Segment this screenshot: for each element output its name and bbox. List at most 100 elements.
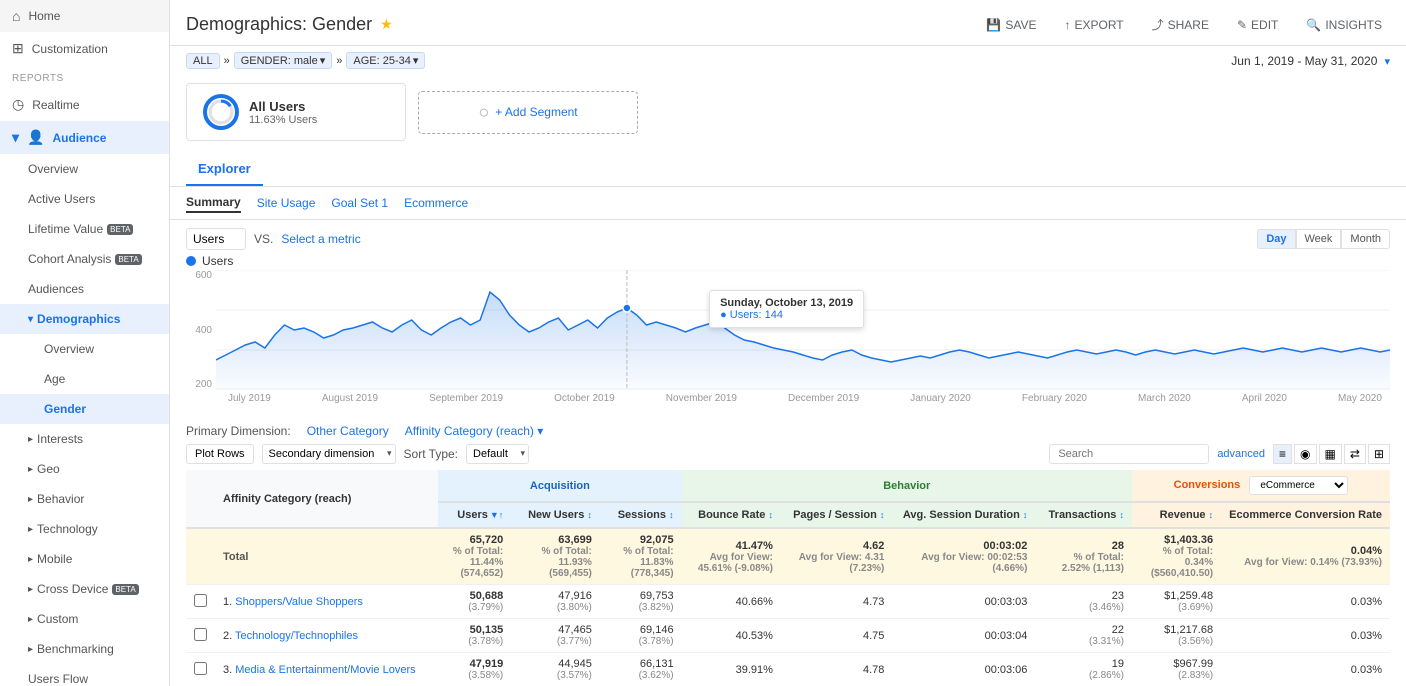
sidebar-item-home[interactable]: ⌂ Home [0, 0, 169, 32]
advanced-link[interactable]: advanced [1217, 448, 1265, 460]
export-button[interactable]: ↑ EXPORT [1056, 14, 1131, 36]
sort-type-select[interactable]: Default [466, 444, 529, 464]
geo-expand: ▸ [28, 464, 33, 475]
legend-dot [186, 256, 196, 266]
revenue-col-header[interactable]: Revenue ↕ [1132, 502, 1221, 528]
metric-select[interactable]: Users [186, 228, 246, 250]
day-button[interactable]: Day [1257, 229, 1295, 249]
main-tabs: Explorer [170, 153, 1406, 187]
save-button[interactable]: 💾 SAVE [978, 14, 1044, 36]
sub-tab-ecommerce[interactable]: Ecommerce [404, 194, 468, 212]
sidebar-item-cohort-analysis[interactable]: Cohort Analysis BETA [0, 244, 169, 274]
sub-tab-summary[interactable]: Summary [186, 193, 241, 213]
sidebar-item-mobile[interactable]: ▸ Mobile [0, 544, 169, 574]
breadcrumb-all[interactable]: ALL [186, 53, 220, 69]
pages-session-col-header[interactable]: Pages / Session ↕ [781, 502, 892, 528]
plot-rows-btn[interactable]: Plot Rows [186, 444, 254, 464]
pivot-view-btn[interactable]: ⊞ [1368, 444, 1390, 464]
sub-tab-goal-set-1[interactable]: Goal Set 1 [331, 194, 388, 212]
table-row: 2. Technology/Technophiles 50,135 (3.78%… [186, 619, 1390, 653]
avg-session-col-header[interactable]: Avg. Session Duration ↕ [892, 502, 1035, 528]
sidebar-item-dem-overview[interactable]: Overview [0, 334, 169, 364]
affinity-link[interactable]: Shoppers/Value Shoppers [235, 596, 363, 608]
sidebar-item-active-users[interactable]: Active Users [0, 184, 169, 214]
users-col-header[interactable]: Users ▼↑ [438, 502, 511, 528]
segment-circle [203, 94, 239, 130]
sub-tab-site-usage[interactable]: Site Usage [257, 194, 316, 212]
add-segment-btn[interactable]: ○ + Add Segment [418, 91, 638, 134]
beta-badge-lifetime: BETA [107, 224, 133, 235]
sessions-col-header[interactable]: Sessions ↕ [600, 502, 682, 528]
audience-icon: ▾ [12, 129, 19, 146]
sidebar-item-lifetime-value[interactable]: Lifetime Value BETA [0, 214, 169, 244]
sidebar-item-audiences[interactable]: Audiences [0, 274, 169, 304]
page-header: Demographics: Gender ★ 💾 SAVE ↑ EXPORT ⤴… [170, 0, 1406, 46]
sidebar-item-custom[interactable]: ▸ Custom [0, 604, 169, 634]
sidebar-item-cross-device[interactable]: ▸ Cross Device BETA [0, 574, 169, 604]
sidebar-item-dem-age[interactable]: Age [0, 364, 169, 394]
bounce-rate-col-header[interactable]: Bounce Rate ↕ [682, 502, 781, 528]
bar-view-btn[interactable]: ▦ [1319, 444, 1342, 464]
y-axis: 600 400 200 [186, 270, 216, 390]
month-button[interactable]: Month [1341, 229, 1390, 249]
table-search-input[interactable] [1049, 444, 1209, 464]
header-actions: 💾 SAVE ↑ EXPORT ⤴ SHARE ✎ EDIT 🔍 INSIGHT… [978, 12, 1390, 37]
totals-row: Total 65,720 % of Total: 11.44% (574,652… [186, 528, 1390, 585]
custom-expand: ▸ [28, 614, 33, 625]
checkbox-header [186, 470, 215, 528]
beta-badge-cross: BETA [112, 584, 138, 595]
edit-button[interactable]: ✎ EDIT [1229, 14, 1286, 36]
conversions-group-header: Conversions eCommerce [1132, 470, 1390, 502]
interests-expand: ▸ [28, 434, 33, 445]
secondary-dim-select[interactable]: Secondary dimension [262, 444, 396, 464]
row-checkbox[interactable] [194, 662, 207, 675]
sidebar-item-users-flow[interactable]: Users Flow [0, 664, 169, 686]
sidebar-item-benchmarking[interactable]: ▸ Benchmarking [0, 634, 169, 664]
table-view-btn[interactable]: ≡ [1273, 444, 1292, 464]
sidebar-item-behavior[interactable]: ▸ Behavior [0, 484, 169, 514]
affinity-link[interactable]: Media & Entertainment/Movie Lovers [235, 664, 415, 676]
sidebar-item-dem-gender[interactable]: Gender [0, 394, 169, 424]
sidebar-item-overview[interactable]: Overview [0, 154, 169, 184]
transactions-col-header[interactable]: Transactions ↕ [1035, 502, 1132, 528]
mobile-expand: ▸ [28, 554, 33, 565]
table-controls-right: advanced ≡ ◉ ▦ ⇄ ⊞ [1049, 444, 1390, 464]
week-button[interactable]: Week [1296, 229, 1342, 249]
sidebar-item-technology[interactable]: ▸ Technology [0, 514, 169, 544]
select-metric-link[interactable]: Select a metric [281, 232, 360, 246]
row-checkbox[interactable] [194, 628, 207, 641]
sort-type-wrapper: Default ▾ [466, 444, 529, 464]
sidebar-item-realtime[interactable]: ◷ Realtime [0, 88, 169, 121]
chart-controls: Users VS. Select a metric Day Week Month [186, 228, 1390, 250]
view-icon-group: ≡ ◉ ▦ ⇄ ⊞ [1273, 444, 1390, 464]
sidebar-item-geo[interactable]: ▸ Geo [0, 454, 169, 484]
date-range-display[interactable]: Jun 1, 2019 - May 31, 2020 ▾ [1231, 54, 1390, 68]
ecomm-conv-col-header[interactable]: Ecommerce Conversion Rate [1221, 502, 1390, 528]
breadcrumb: ALL » GENDER: male ▾ » AGE: 25-34 ▾ Jun … [170, 46, 1406, 75]
affinity-link[interactable]: Technology/Technophiles [235, 630, 358, 642]
sidebar-item-interests[interactable]: ▸ Interests [0, 424, 169, 454]
metric-selector: Users VS. Select a metric [186, 228, 361, 250]
chart-area: Users VS. Select a metric Day Week Month… [170, 220, 1406, 418]
breadcrumb-age[interactable]: AGE: 25-34 ▾ [346, 52, 425, 69]
pie-view-btn[interactable]: ◉ [1294, 444, 1316, 464]
sidebar-item-customization[interactable]: ⊞ Customization [0, 32, 169, 65]
insights-button[interactable]: 🔍 INSIGHTS [1298, 14, 1390, 36]
dim-controls: Plot Rows Secondary dimension ▾ Sort Typ… [186, 444, 1390, 464]
edit-icon: ✎ [1237, 18, 1247, 32]
sidebar-item-audience[interactable]: ▾ 👤 Audience [0, 121, 169, 154]
sidebar-item-demographics[interactable]: ▾ Demographics [0, 304, 169, 334]
row-checkbox[interactable] [194, 594, 207, 607]
other-category-link[interactable]: Other Category [307, 424, 389, 438]
compare-view-btn[interactable]: ⇄ [1344, 444, 1366, 464]
share-button[interactable]: ⤴ SHARE [1144, 12, 1217, 37]
table-row: 1. Shoppers/Value Shoppers 50,688 (3.79%… [186, 585, 1390, 619]
ecommerce-select[interactable]: eCommerce [1249, 476, 1348, 495]
tab-explorer[interactable]: Explorer [186, 153, 263, 186]
line-chart-svg [216, 270, 1390, 390]
affinity-category-link[interactable]: Affinity Category (reach) ▾ [405, 424, 544, 438]
breadcrumb-gender[interactable]: GENDER: male ▾ [234, 52, 333, 69]
table-section: Primary Dimension: Other Category Affini… [170, 418, 1406, 686]
row-num-name: 3. Media & Entertainment/Movie Lovers [215, 653, 438, 686]
new-users-col-header[interactable]: New Users ↕ [511, 502, 600, 528]
